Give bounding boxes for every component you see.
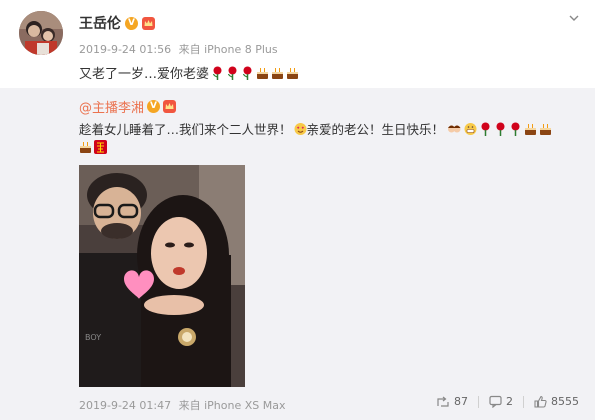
- stat-divider: [523, 395, 524, 408]
- repost-icon: [437, 396, 449, 407]
- repost-button[interactable]: 87: [437, 395, 468, 408]
- repost-author-row: @主播李湘 V: [79, 97, 177, 116]
- stat-divider: [478, 395, 479, 408]
- repost-meta: 2019-9-24 01:47 来自 iPhone XS Max: [79, 397, 286, 413]
- repost-text: 趁着女儿睡着了…我们来个二人世界！: [79, 122, 292, 137]
- cake-emoji: [272, 67, 284, 79]
- comment-count: 2: [506, 395, 513, 408]
- repost-text-row: 趁着女儿睡着了…我们来个二人世界！ 亲爱的老公！生日快乐！: [79, 119, 552, 138]
- double-happiness-emoji: [94, 140, 107, 154]
- rose-emoji: [242, 66, 252, 80]
- author-name[interactable]: 王岳伦: [79, 13, 121, 33]
- repost-source: 来自 iPhone XS Max: [178, 399, 286, 412]
- rose-emoji: [496, 122, 505, 136]
- grin-emoji: [464, 122, 477, 135]
- chevron-down-icon[interactable]: [569, 14, 579, 22]
- heart-eyes-emoji: [294, 122, 307, 135]
- cake-emoji: [257, 67, 269, 79]
- like-count: 8555: [551, 395, 579, 408]
- couple-emoji: [448, 125, 461, 132]
- weibo-post-card: 王岳伦 V 2019-9-24 01:56 来自 iPhone 8 Plus 又…: [0, 0, 595, 420]
- author-avatar[interactable]: [19, 11, 63, 55]
- crown-icon: [163, 100, 177, 113]
- post-meta: 2019-9-24 01:56 来自 iPhone 8 Plus: [79, 41, 278, 57]
- author-name-row: 王岳伦 V: [79, 13, 155, 33]
- post-source: 来自 iPhone 8 Plus: [178, 43, 278, 56]
- repost-author[interactable]: @主播李湘: [79, 97, 144, 116]
- like-icon: [534, 395, 547, 408]
- cake-emoji: [525, 123, 537, 135]
- verified-icon: V: [147, 100, 161, 113]
- post-timestamp[interactable]: 2019-9-24 01:56: [79, 43, 171, 56]
- cake-emoji: [540, 123, 552, 135]
- repost-text-b: 亲爱的老公！生日快乐！: [306, 122, 445, 137]
- verified-icon: V: [125, 16, 138, 30]
- rose-emoji: [212, 66, 222, 80]
- repost-stats: 87 2 8555: [437, 395, 579, 408]
- rose-emoji: [481, 122, 490, 136]
- repost-count: 87: [454, 395, 468, 408]
- post-text: 又老了一岁…爱你老婆: [79, 67, 210, 82]
- repost-timestamp[interactable]: 2019-9-24 01:47: [79, 399, 171, 412]
- svg-text:BOY: BOY: [85, 333, 101, 342]
- post-text-row: 又老了一岁…爱你老婆: [79, 63, 299, 82]
- repost-photo[interactable]: BOY: [79, 165, 245, 387]
- repost-text-row-2: [79, 140, 107, 154]
- comment-icon: [489, 395, 502, 408]
- comment-button[interactable]: 2: [489, 395, 513, 408]
- cake-emoji: [287, 67, 299, 79]
- rose-emoji: [511, 122, 520, 136]
- rose-emoji: [227, 66, 237, 80]
- cake-emoji: [80, 142, 91, 153]
- like-button[interactable]: 8555: [534, 395, 579, 408]
- crown-icon: [142, 16, 155, 30]
